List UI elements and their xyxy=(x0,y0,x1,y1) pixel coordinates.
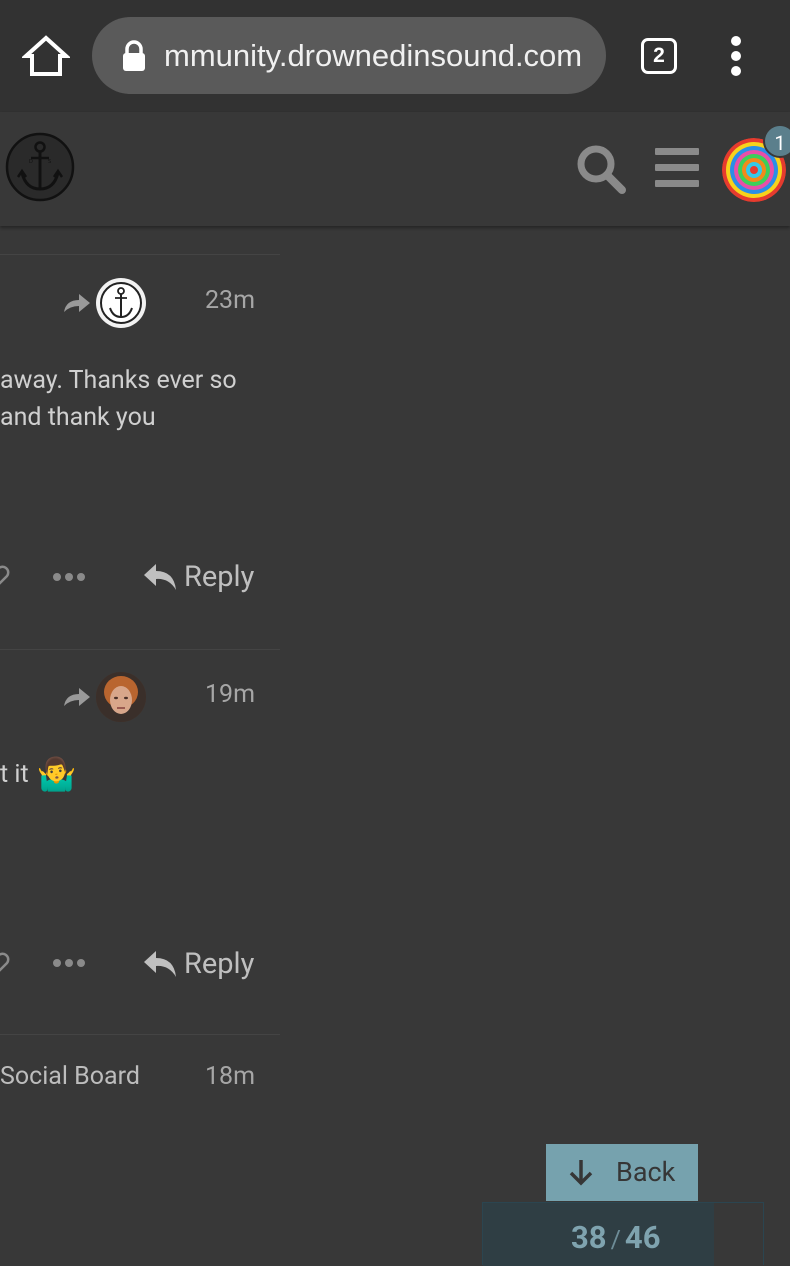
reply-button[interactable]: Reply xyxy=(142,942,254,986)
address-bar[interactable]: mmunity.drownedinsound.com xyxy=(92,17,606,94)
back-button[interactable]: Back xyxy=(546,1144,698,1201)
category-link[interactable]: Social Board xyxy=(0,1062,140,1091)
more-options-icon[interactable] xyxy=(52,569,86,585)
post-divider xyxy=(0,254,280,255)
progress-label: 38/46 xyxy=(571,1219,660,1256)
site-header: D S xyxy=(0,112,790,226)
user-photo-icon xyxy=(96,672,146,722)
anchor-avatar-icon xyxy=(100,282,142,324)
notification-badge[interactable]: 1 xyxy=(763,124,790,158)
heart-icon[interactable] xyxy=(0,564,10,588)
arrow-down-icon xyxy=(569,1160,593,1186)
post-body: t it 🤷‍♂️ xyxy=(0,756,76,793)
post-timestamp[interactable]: 18m xyxy=(205,1062,255,1091)
back-label: Back xyxy=(616,1156,676,1188)
topic-progress[interactable]: 38/46 xyxy=(482,1202,764,1266)
anchor-logo[interactable]: D S xyxy=(4,131,76,203)
progress-separator: / xyxy=(610,1226,621,1255)
home-icon[interactable] xyxy=(22,32,70,80)
post-body: away. Thanks ever so and thank you xyxy=(0,362,237,436)
post-line: away. Thanks ever so xyxy=(0,366,237,395)
shrug-emoji: 🤷‍♂️ xyxy=(36,755,77,793)
svg-text:S: S xyxy=(48,159,51,165)
post-line: t it xyxy=(0,760,29,789)
search-icon[interactable] xyxy=(574,142,628,196)
url-text: mmunity.drownedinsound.com xyxy=(164,38,583,73)
hamburger-menu-icon[interactable] xyxy=(655,148,699,188)
reply-to-avatar[interactable] xyxy=(96,672,146,722)
reply-icon xyxy=(144,951,176,977)
browser-menu-icon[interactable] xyxy=(724,36,748,76)
current-post-number: 38 xyxy=(571,1219,607,1256)
post-timestamp[interactable]: 23m xyxy=(205,286,255,315)
svg-text:D: D xyxy=(29,159,33,165)
reply-to-arrow-icon[interactable] xyxy=(62,290,92,314)
reply-label: Reply xyxy=(184,947,255,981)
browser-toolbar: mmunity.drownedinsound.com 2 xyxy=(0,0,790,112)
reply-icon xyxy=(144,564,176,590)
reply-to-arrow-icon[interactable] xyxy=(62,684,92,708)
reply-button[interactable]: Reply xyxy=(142,555,254,599)
lock-icon xyxy=(123,40,145,71)
post-line: and thank you xyxy=(0,403,156,432)
heart-icon[interactable] xyxy=(0,951,10,975)
more-options-icon[interactable] xyxy=(52,955,86,971)
tab-switcher-button[interactable]: 2 xyxy=(641,38,677,74)
topic-stream: 23m away. Thanks ever so and thank you R… xyxy=(0,226,790,1265)
total-post-count: 46 xyxy=(624,1219,661,1256)
post-timestamp[interactable]: 19m xyxy=(205,680,255,709)
post-divider xyxy=(0,649,280,650)
reply-label: Reply xyxy=(184,560,255,594)
reply-to-avatar[interactable] xyxy=(96,278,146,328)
post-divider xyxy=(0,1034,280,1035)
